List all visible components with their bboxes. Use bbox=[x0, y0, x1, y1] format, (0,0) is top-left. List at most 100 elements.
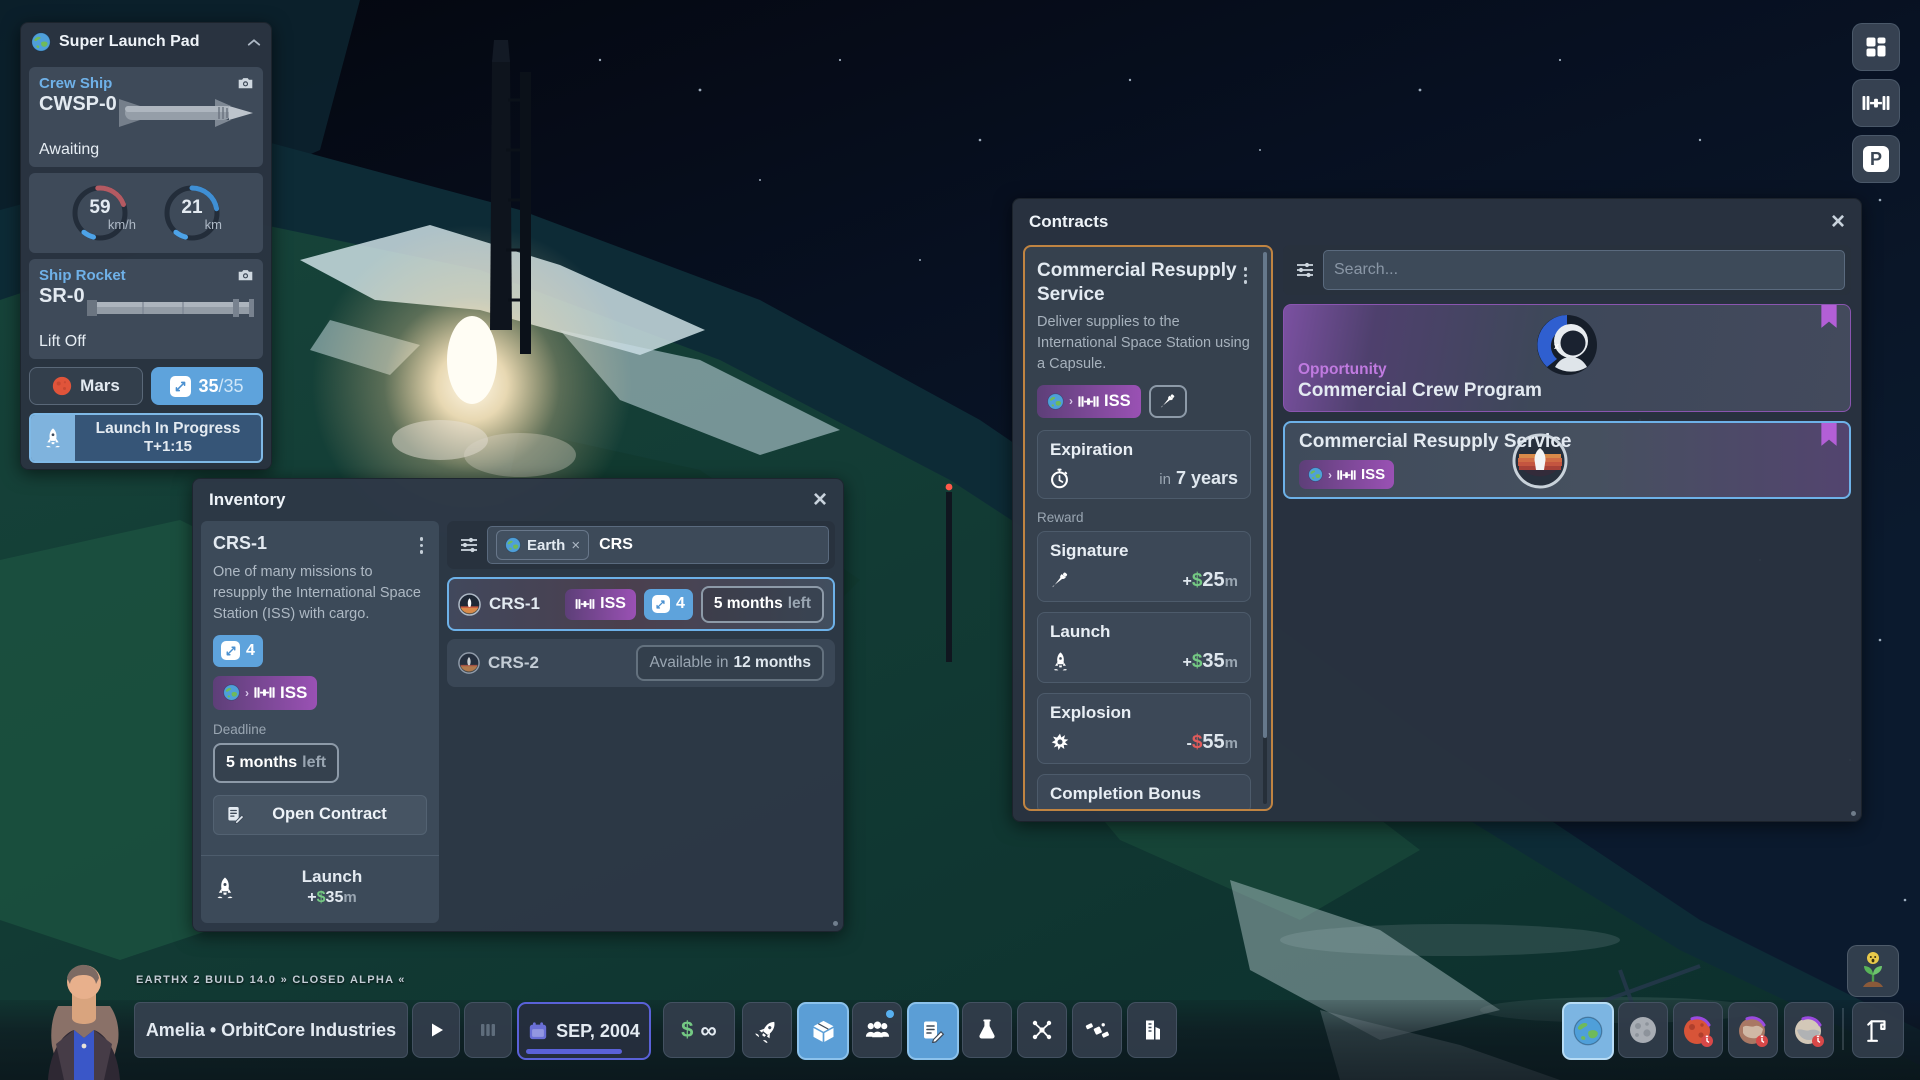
chip-remove-icon[interactable]: × bbox=[571, 537, 580, 554]
notification-dot bbox=[886, 1010, 894, 1018]
fast-forward-button[interactable] bbox=[464, 1002, 512, 1058]
camera-icon[interactable] bbox=[237, 76, 254, 90]
route-chip: › ISS bbox=[1037, 385, 1141, 418]
mars-icon bbox=[1680, 1012, 1716, 1048]
search-filter-chip[interactable]: Earth × bbox=[496, 530, 589, 560]
contracts-search-row bbox=[1283, 245, 1851, 295]
altitude-gauge: 21 km bbox=[160, 181, 224, 245]
launch-pad-title: Super Launch Pad bbox=[59, 33, 199, 51]
pale-planet-icon bbox=[1791, 1012, 1827, 1048]
planet-earth-button[interactable] bbox=[1562, 1002, 1614, 1060]
player-avatar[interactable] bbox=[38, 958, 130, 1080]
search-query-input[interactable] bbox=[597, 535, 820, 555]
rocket-icon bbox=[42, 427, 64, 449]
mission-patch-icon bbox=[458, 652, 480, 674]
contracts-title: Contracts bbox=[1029, 212, 1108, 232]
contract-description: Deliver supplies to the International Sp… bbox=[1037, 312, 1251, 375]
life-sprout-button[interactable] bbox=[1847, 945, 1899, 997]
mission-row-name: CRS-1 bbox=[489, 594, 540, 614]
earth-icon bbox=[1047, 393, 1064, 410]
speed-gauge: 59 km/h bbox=[68, 181, 132, 245]
resize-handle[interactable] bbox=[1851, 811, 1856, 816]
capacity-badge[interactable]: 35/35 bbox=[151, 367, 263, 405]
close-icon[interactable]: × bbox=[1831, 210, 1845, 234]
crew-ship-status: Awaiting bbox=[39, 141, 99, 159]
station-view-button[interactable] bbox=[1852, 79, 1900, 127]
play-icon bbox=[424, 1018, 448, 1042]
scrollbar-track[interactable] bbox=[1263, 252, 1267, 804]
route-destination: ISS bbox=[280, 683, 307, 703]
pad-view-button[interactable]: P bbox=[1852, 135, 1900, 183]
planet-moon-button[interactable] bbox=[1618, 1002, 1668, 1058]
bookmark-icon[interactable] bbox=[1820, 423, 1838, 447]
bookmark-icon[interactable] bbox=[1820, 305, 1838, 329]
play-button[interactable] bbox=[412, 1002, 460, 1058]
contract-card-crew-program[interactable]: x Opportunity Commercial Crew Program bbox=[1283, 304, 1851, 412]
resize-handle[interactable] bbox=[833, 921, 838, 926]
reward-signature-card: Signature +$25m bbox=[1037, 531, 1251, 602]
research-button[interactable] bbox=[962, 1002, 1012, 1058]
reward-section-label: Reward bbox=[1037, 510, 1251, 525]
ship-rocket-card[interactable]: Ship Rocket SR-0 Lift Off bbox=[29, 259, 263, 359]
scrollbar-thumb[interactable] bbox=[1263, 252, 1267, 738]
camera-icon[interactable] bbox=[237, 268, 254, 282]
inventory-search-row: Earth × bbox=[447, 521, 835, 569]
overlay-toggle-button[interactable] bbox=[1852, 23, 1900, 71]
inventory-button[interactable] bbox=[797, 1002, 849, 1060]
network-button[interactable] bbox=[1017, 1002, 1067, 1058]
inventory-search-input[interactable]: Earth × bbox=[487, 526, 829, 564]
destination-chip[interactable]: Mars bbox=[29, 367, 143, 405]
speed-unit: km/h bbox=[108, 217, 136, 232]
currency-symbol: $ bbox=[681, 1017, 693, 1043]
construction-button[interactable] bbox=[1852, 1002, 1904, 1058]
player-name: Amelia • OrbitCore Industries bbox=[146, 1020, 396, 1041]
contracts-button[interactable] bbox=[907, 1002, 959, 1060]
crane-icon bbox=[1865, 1017, 1891, 1043]
distant-tower bbox=[946, 484, 953, 662]
open-contract-button[interactable]: Open Contract bbox=[213, 795, 427, 835]
chevron-up-icon[interactable] bbox=[247, 38, 261, 47]
planet-pale-button[interactable] bbox=[1784, 1002, 1834, 1058]
filter-icon[interactable] bbox=[459, 536, 479, 554]
telemetry-gauges-card: 59 km/h 21 km bbox=[29, 173, 263, 253]
brown-planet-icon bbox=[1735, 1012, 1771, 1048]
inventory-title: Inventory bbox=[209, 490, 286, 510]
crew-ship-card[interactable]: Crew Ship CWSP-0 Awaiting bbox=[29, 67, 263, 167]
kebab-menu-icon[interactable] bbox=[1240, 263, 1252, 288]
close-icon[interactable]: × bbox=[813, 488, 827, 512]
contracts-search-input[interactable] bbox=[1323, 250, 1845, 290]
contracts-panel: Contracts × Commercial Resupply Service … bbox=[1012, 198, 1862, 822]
mission-row-crs2[interactable]: CRS-2 Available in 12 months bbox=[447, 639, 835, 687]
company-button[interactable] bbox=[1127, 1002, 1177, 1058]
satellites-button[interactable] bbox=[1072, 1002, 1122, 1058]
earth-icon bbox=[223, 684, 240, 701]
ship-rocket-status: Lift Off bbox=[39, 333, 86, 351]
rocket-icon bbox=[213, 876, 237, 900]
mission-row-crs1[interactable]: CRS-1 ISS 4 5 months left bbox=[447, 577, 835, 631]
kebab-menu-icon[interactable] bbox=[416, 533, 428, 558]
crew-button[interactable] bbox=[852, 1002, 902, 1058]
expiration-label: Expiration bbox=[1050, 440, 1238, 460]
route-chip: › ISS bbox=[1299, 460, 1394, 489]
launch-label: Launch bbox=[237, 866, 427, 888]
planet-mars-button[interactable] bbox=[1673, 1002, 1723, 1058]
planet-divider bbox=[1842, 1008, 1844, 1050]
crew-count-chip: 4 bbox=[213, 635, 263, 667]
signature-pen-button[interactable] bbox=[1149, 385, 1187, 418]
contract-card-resupply[interactable]: Commercial Resupply Service › ISS bbox=[1283, 421, 1851, 499]
earth-icon bbox=[1308, 467, 1323, 482]
launch-footer-button[interactable]: Launch +$35m bbox=[201, 855, 439, 911]
crew-program-emblem: x bbox=[1533, 311, 1601, 379]
planet-brown-button[interactable] bbox=[1728, 1002, 1778, 1058]
search-input[interactable] bbox=[1332, 260, 1836, 280]
build-version-text: EARTHX 2 BUILD 14.0 » CLOSED ALPHA « bbox=[136, 974, 406, 986]
filter-icon[interactable] bbox=[1295, 261, 1315, 279]
date-label: SEP, 2004 bbox=[556, 1021, 640, 1042]
date-button[interactable]: SEP, 2004 bbox=[517, 1002, 651, 1060]
earth-icon bbox=[31, 32, 51, 52]
completion-bonus-card: Completion Bonus bbox=[1037, 774, 1251, 811]
inventory-panel: Inventory × CRS-1 One of many missions t… bbox=[192, 478, 844, 932]
deadline-chip: 5 months left bbox=[213, 743, 339, 783]
rockets-button[interactable] bbox=[742, 1002, 792, 1058]
card-tag: Opportunity bbox=[1298, 361, 1387, 379]
